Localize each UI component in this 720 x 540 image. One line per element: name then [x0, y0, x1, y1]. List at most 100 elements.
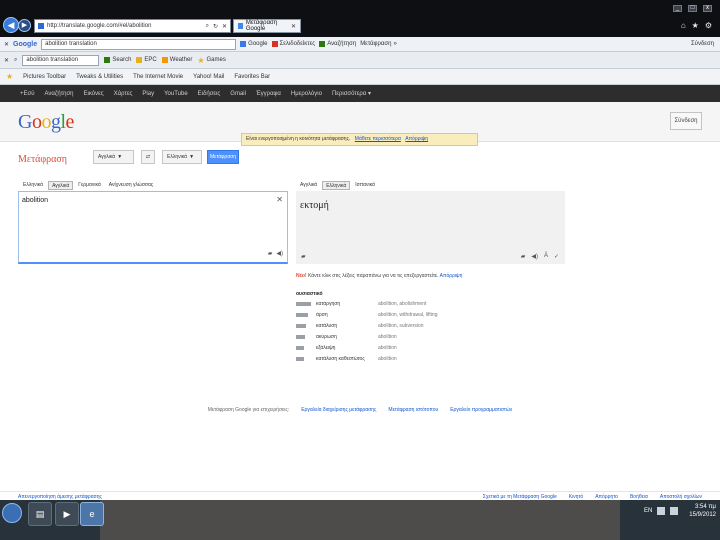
google-logo[interactable]: Google: [18, 111, 74, 134]
volume-icon[interactable]: [670, 507, 679, 515]
forward-arrow-icon[interactable]: ▶: [18, 19, 31, 32]
internet-explorer-icon[interactable]: e: [80, 502, 104, 526]
explorer-icon[interactable]: ▤: [28, 502, 52, 526]
target-lang-tabs: Αγγλικά Ελληνικά Ισπανικά: [297, 181, 378, 190]
addon-search-input[interactable]: abolition translation: [22, 54, 100, 66]
gbar-item-8[interactable]: Έγγραφα: [256, 91, 281, 97]
dictionary-word[interactable]: ακύρωση: [316, 334, 378, 340]
favorites-star-icon[interactable]: ★: [6, 72, 13, 81]
source-language-select[interactable]: Αγγλικά ▼: [93, 150, 134, 164]
star-icon: ★: [197, 55, 205, 65]
refresh-icon[interactable]: ↻: [213, 23, 218, 30]
translate-button[interactable]: Μετάφραση: [207, 150, 239, 164]
tab-close-icon[interactable]: ✕: [291, 23, 296, 30]
toolbar-menu-1[interactable]: Σελιδοδείκτες: [271, 41, 315, 47]
start-button[interactable]: [2, 503, 22, 523]
target-tab-0[interactable]: Αγγλικά: [297, 181, 320, 190]
addon-item-search[interactable]: Search: [104, 57, 131, 63]
favorite-0[interactable]: Pictures Toolbar: [23, 74, 66, 80]
source-tab-3[interactable]: Ανίχνευση γλώσσας: [106, 181, 157, 190]
source-tab-2[interactable]: Γερμανικά: [75, 181, 104, 190]
gbar-item-9[interactable]: Ημερολόγιο: [291, 91, 322, 97]
close-icon[interactable]: x: [703, 5, 712, 12]
close-toolbar-icon[interactable]: ✕: [4, 41, 9, 48]
toolbar-signin[interactable]: Σύνδεση: [691, 41, 720, 47]
dictionary-word[interactable]: εξάλειψη: [316, 345, 378, 351]
addon-item-games[interactable]: ★ Games: [197, 56, 226, 65]
site-favicon-icon: [38, 23, 44, 29]
comment-icon[interactable]: ▰: [301, 253, 306, 260]
dictionary-word[interactable]: άρση: [316, 312, 378, 318]
speaker-icon[interactable]: ◀): [276, 250, 283, 257]
toolbar-menu-0[interactable]: Google: [240, 41, 268, 47]
toolbar-search-input[interactable]: abolition translation: [41, 38, 237, 50]
phonetic-icon[interactable]: Ä: [544, 253, 548, 260]
new-note-dismiss-link[interactable]: Απόρριψη: [440, 273, 463, 279]
translated-text[interactable]: εκτομή: [300, 200, 329, 211]
dictionary-list: κατάργηση abolition, abolishment άρση aboli…: [296, 298, 566, 364]
language-indicator[interactable]: EN: [644, 508, 652, 514]
footer-link-1[interactable]: Μετάφραση ιστότοπου: [388, 407, 438, 413]
favorite-2[interactable]: The Internet Movie: [133, 74, 183, 80]
dictionary-word[interactable]: κατάλυση: [316, 323, 378, 329]
dictionary-row: κατάλυση καθεστώτος abolition: [296, 353, 566, 364]
address-bar[interactable]: http://translate.google.com/#el/abolitio…: [34, 19, 231, 33]
gbar-item-2[interactable]: Εικόνες: [83, 91, 103, 97]
dictionary-word[interactable]: κατάργηση: [316, 301, 378, 307]
target-tab-2[interactable]: Ισπανικά: [352, 181, 378, 190]
source-text[interactable]: abolition: [22, 197, 48, 204]
comment-icon[interactable]: ▰: [521, 253, 526, 260]
media-player-icon[interactable]: ▶: [55, 502, 79, 526]
speaker-icon[interactable]: ◀): [531, 253, 538, 260]
back-arrow-icon[interactable]: ◀: [3, 17, 19, 33]
favorite-4[interactable]: Favorites Bar: [234, 74, 270, 80]
swap-languages-button[interactable]: ⇄: [141, 150, 155, 164]
gbar-item-3[interactable]: Χάρτες: [114, 91, 133, 97]
new-badge: Νέο!: [296, 273, 307, 279]
notice-dismiss-link[interactable]: Απόρριψη: [405, 136, 428, 142]
source-tab-1[interactable]: Αγγλικά: [48, 181, 74, 190]
clock[interactable]: 3:54 πμ 15/9/2012: [689, 503, 716, 519]
favorite-3[interactable]: Yahoo! Mail: [193, 74, 224, 80]
gbar-item-0[interactable]: +Εσύ: [20, 91, 35, 97]
notice-learn-more-link[interactable]: Μάθετε περισσότερα: [355, 136, 401, 142]
frequency-bar: [296, 356, 304, 361]
addon-item-epc[interactable]: EPC: [136, 57, 157, 63]
clear-text-icon[interactable]: ✕: [276, 195, 283, 204]
gbar-item-5[interactable]: YouTube: [164, 91, 188, 97]
google-nav-bar: +Εσύ Αναζήτηση Εικόνες Χάρτες Play YouTu…: [0, 85, 720, 102]
close-toolbar2-icon[interactable]: ✕: [4, 57, 9, 64]
footer-link-0[interactable]: Εργαλεία διαχείρισης μετάφρασης: [301, 407, 376, 413]
comment-icon[interactable]: ▰: [268, 250, 273, 257]
settings-gear-icon[interactable]: ⚙: [705, 21, 712, 30]
stop-icon[interactable]: ✕: [222, 23, 227, 30]
home-icon[interactable]: ⌂: [681, 21, 686, 30]
browser-tab[interactable]: Μετάφραση Google ✕: [233, 19, 301, 33]
gbar-item-6[interactable]: Ειδήσεις: [198, 91, 221, 97]
signin-button[interactable]: Σύνδεση: [670, 112, 702, 130]
dictionary-word[interactable]: κατάλυση καθεστώτος: [316, 356, 378, 362]
gbar-item-1[interactable]: Αναζήτηση: [45, 91, 74, 97]
source-text-area[interactable]: abolition ✕ ▰ ◀): [18, 191, 288, 264]
target-language-select[interactable]: Ελληνικά ▼: [162, 150, 202, 164]
gbar-item-4[interactable]: Play: [142, 91, 154, 97]
maximize-icon[interactable]: □: [688, 5, 697, 12]
target-tab-1[interactable]: Ελληνικά: [322, 181, 351, 190]
address-url[interactable]: http://translate.google.com/#el/abolitio…: [47, 23, 151, 29]
toolbar-menu-2[interactable]: Αναζήτηση: [319, 41, 356, 47]
minimize-icon[interactable]: _: [673, 5, 682, 12]
footer-link-2[interactable]: Εργαλείο προγραμματιστών: [450, 407, 512, 413]
toolbar-menu-3[interactable]: Μετάφραση »: [360, 41, 397, 47]
network-icon[interactable]: [657, 507, 666, 515]
gbar-item-7[interactable]: Gmail: [230, 91, 246, 97]
source-tab-0[interactable]: Ελληνικά: [20, 181, 46, 190]
favorite-1[interactable]: Tweaks & Utilities: [76, 74, 123, 80]
addon-item-weather[interactable]: Weather: [161, 57, 192, 63]
search-icon: ⌕: [14, 56, 18, 63]
footer-links: Μετάφραση Google για επιχειρήσεις: Εργαλ…: [0, 407, 720, 413]
gbar-item-10[interactable]: Περισσότερα ▾: [332, 90, 371, 97]
search-icon[interactable]: ⌕: [206, 23, 209, 30]
clock-date: 15/9/2012: [689, 512, 716, 518]
favorites-star-icon[interactable]: ★: [692, 21, 699, 30]
check-icon[interactable]: ✓: [554, 253, 559, 260]
